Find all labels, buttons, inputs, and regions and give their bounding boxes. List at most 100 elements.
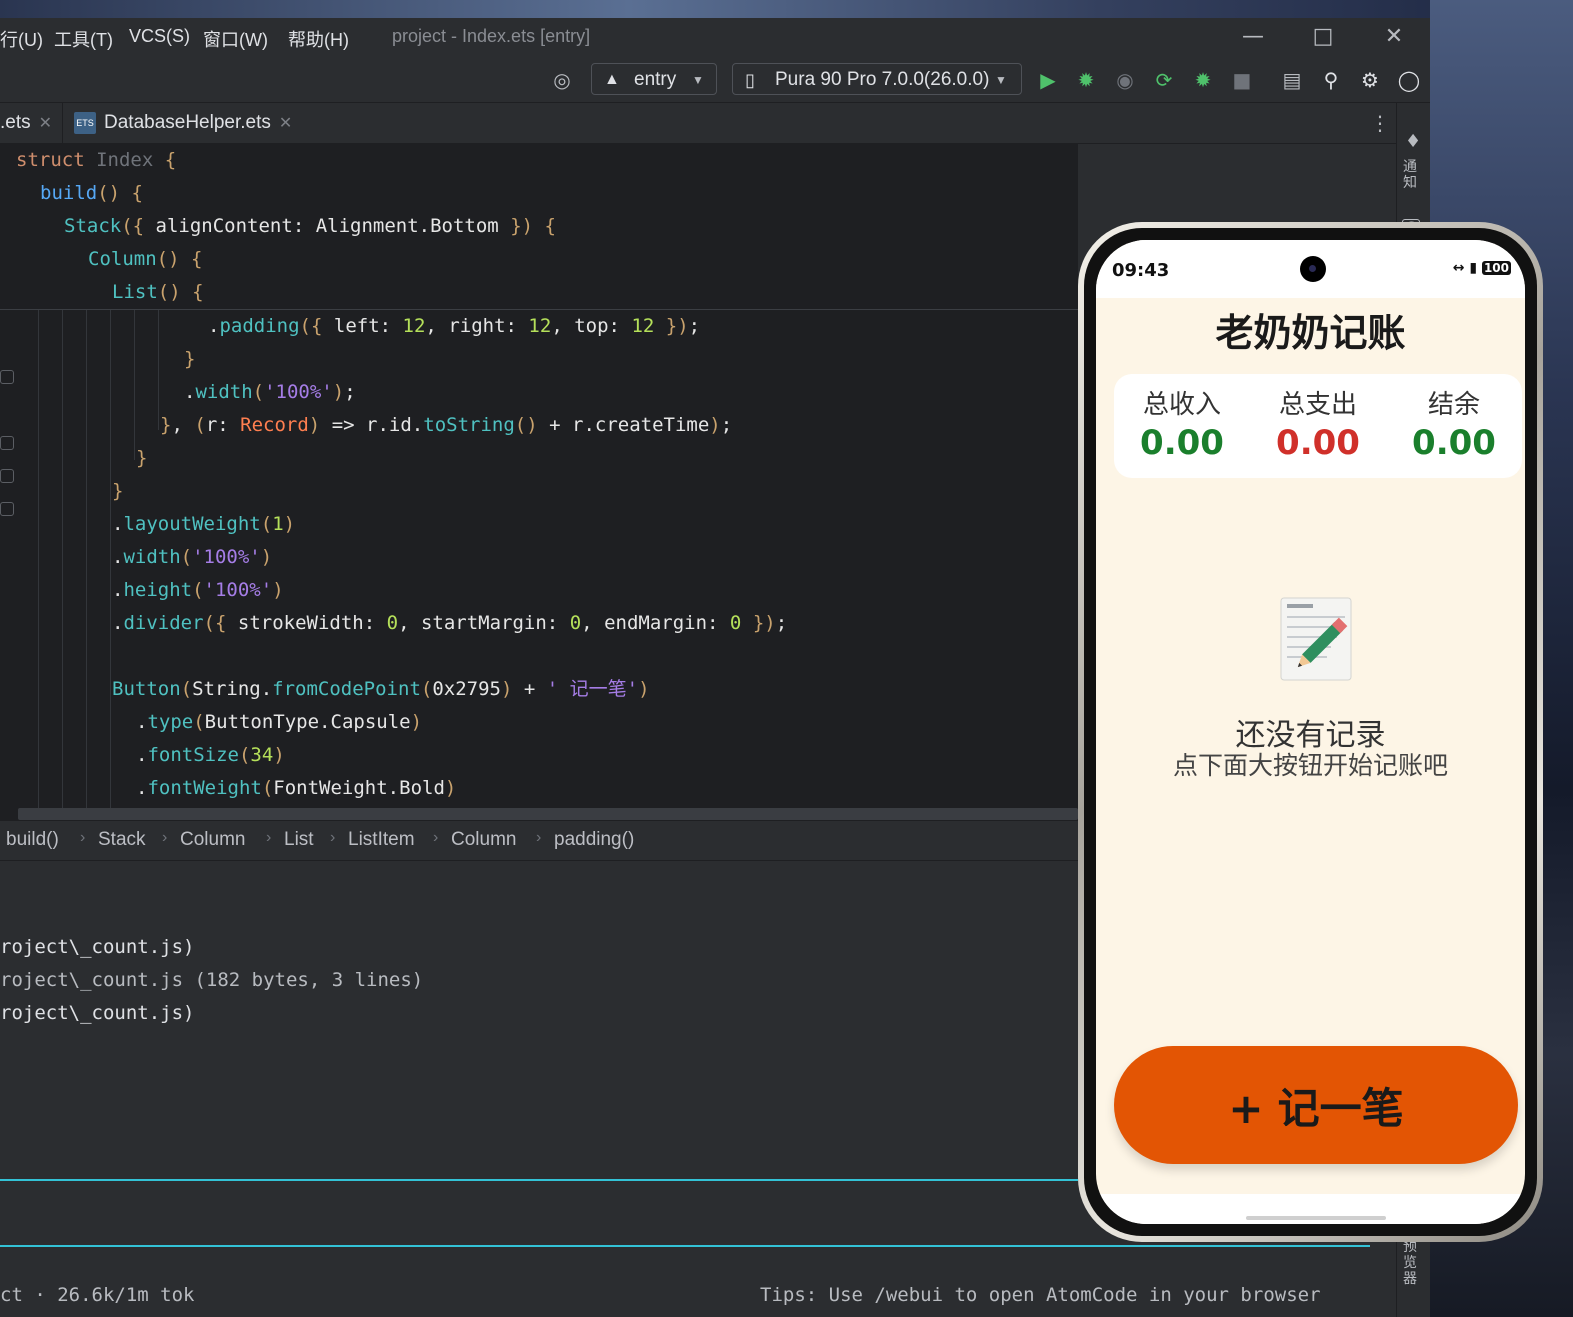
chevron-down-icon: ▼ <box>692 73 704 87</box>
indent-guide <box>134 310 135 460</box>
code-line: .fontWeight(FontWeight.Bold) <box>136 777 457 799</box>
debug-icon[interactable]: ✹ <box>1073 67 1099 93</box>
breadcrumb: build() › Stack › Column › List › ListIt… <box>0 820 1078 861</box>
plus-icon: + <box>1228 1083 1264 1133</box>
device-selector[interactable]: ▯ Pura 90 Pro 7.0.0(26.0.0) ▼ <box>732 63 1022 95</box>
terminal-line: roject\_count.js (182 bytes, 3 lines) <box>0 969 424 991</box>
code-line: }, (r: Record) => r.id.toString() + r.cr… <box>160 414 733 436</box>
more-options-icon[interactable]: ⋮ <box>1370 111 1390 135</box>
minimize-icon[interactable]: — <box>1238 22 1268 52</box>
close-icon[interactable]: ✕ <box>1379 22 1409 52</box>
add-record-button[interactable]: + 记一笔 <box>1114 1046 1518 1164</box>
chevron-right-icon: › <box>266 829 272 846</box>
breadcrumb-item[interactable]: build() <box>6 829 59 851</box>
indent-guide <box>158 310 159 430</box>
fold-marker-icon[interactable] <box>0 370 14 384</box>
menu-tools[interactable]: 工具(T) <box>54 26 113 52</box>
empty-state-subtitle: 点下面大按钮开始记账吧 <box>1172 751 1448 780</box>
code-line: struct Index { <box>16 149 177 171</box>
terminal-line: roject\_count.js) <box>0 936 195 958</box>
ets-file-icon: ETS <box>74 111 96 134</box>
bell-icon[interactable]: ♦ <box>1405 131 1421 152</box>
breadcrumb-item[interactable]: ListItem <box>348 829 415 851</box>
menu-vcs[interactable]: VCS(S) <box>129 26 190 47</box>
code-editor[interactable]: struct Index { build() { Stack({ alignCo… <box>0 144 1078 820</box>
summary-income: 总收入 0.00 <box>1114 384 1250 463</box>
code-line: Button(String.fromCodePoint(0x2795) + ' … <box>112 678 650 700</box>
close-icon[interactable]: ✕ <box>279 115 292 132</box>
account-icon[interactable]: ◯ <box>1396 67 1422 93</box>
tab-index[interactable]: .ets ✕ <box>0 103 52 143</box>
camera-icon <box>1300 256 1326 282</box>
status-bar: ct · 26.6k/1m tok Tips: Use /webui to op… <box>0 1276 1380 1316</box>
horizontal-scrollbar[interactable] <box>18 808 1078 820</box>
code-line: .layoutWeight(1) <box>112 513 296 535</box>
gear-icon[interactable]: ⚙ <box>1357 67 1383 93</box>
status-time: 09:43 <box>1112 260 1170 281</box>
indent-guide <box>86 310 87 820</box>
device-icon: ▯ <box>745 70 755 90</box>
terminal-output[interactable]: roject\_count.js) roject\_count.js (182 … <box>0 898 1078 1288</box>
battery-icon: 100 <box>1481 261 1511 275</box>
target-icon[interactable]: ◎ <box>549 67 575 93</box>
terminal-line: roject\_count.js) <box>0 1002 195 1024</box>
menu-run[interactable]: 行(U) <box>0 26 43 52</box>
tip-text: Tips: Use /webui to open AtomCode in you… <box>760 1284 1321 1306</box>
fold-marker-icon[interactable] <box>0 436 14 450</box>
fold-marker-icon[interactable] <box>0 502 14 516</box>
maximize-icon[interactable]: □ <box>1308 22 1338 52</box>
status-icons: ↔ ▮ 100 <box>1453 260 1511 276</box>
code-line: .width('100%') <box>112 546 273 568</box>
menu-window[interactable]: 窗口(W) <box>203 26 268 52</box>
fold-marker-icon[interactable] <box>0 469 14 483</box>
tool-window-header <box>0 860 1078 899</box>
code-line: .height('100%') <box>112 579 284 601</box>
summary-card: 总收入 0.00 总支出 0.00 结余 0.00 <box>1114 374 1522 478</box>
desktop-background <box>0 0 1573 18</box>
notifications-tool[interactable]: 通知 <box>1403 159 1421 191</box>
profile-icon[interactable]: ◉ <box>1112 67 1138 93</box>
tab-database-helper[interactable]: ETS DatabaseHelper.ets ✕ <box>74 103 292 143</box>
phone-screen: 09:43 ↔ ▮ 100 老奶奶记账 总收入 0.00 总支出 0.00 结余… <box>1096 240 1525 1224</box>
breadcrumb-item[interactable]: padding() <box>554 829 634 851</box>
home-indicator[interactable] <box>1246 1216 1386 1220</box>
indent-guide <box>62 310 63 820</box>
editor-tabs: .ets ✕ ETS DatabaseHelper.ets ✕ ⋮ <box>0 103 1396 144</box>
code-line: } <box>112 480 124 502</box>
main-toolbar: ◎ ▲ entry ▼ ▯ Pura 90 Pro 7.0.0(26.0.0) … <box>0 58 1430 103</box>
breadcrumb-item[interactable]: Column <box>180 829 245 851</box>
device-manager-icon[interactable]: ▤ <box>1279 67 1305 93</box>
code-line: .padding({ left: 12, right: 12, top: 12 … <box>208 315 701 337</box>
module-selector[interactable]: ▲ entry ▼ <box>591 63 717 95</box>
summary-expense: 总支出 0.00 <box>1250 384 1386 463</box>
menu-help[interactable]: 帮助(H) <box>288 26 349 52</box>
module-label: entry <box>634 69 677 90</box>
code-line: .divider({ strokeWidth: 0, startMargin: … <box>112 612 788 634</box>
code-line: } <box>184 348 196 370</box>
breadcrumb-item[interactable]: Column <box>451 829 516 851</box>
summary-label: 结余 <box>1427 390 1480 420</box>
indent-guide <box>110 310 111 820</box>
window-title: project - Index.ets [entry] <box>392 26 591 46</box>
chevron-right-icon: › <box>80 829 86 846</box>
device-label: Pura 90 Pro 7.0.0(26.0.0) <box>775 69 990 90</box>
add-record-label: 记一笔 <box>1277 1083 1404 1133</box>
input-border-bottom <box>0 1245 1370 1247</box>
breadcrumb-item[interactable]: Stack <box>98 829 146 851</box>
previewer-tool[interactable]: 预览器 <box>1403 1239 1421 1287</box>
run-icon[interactable]: ▶ <box>1035 67 1061 93</box>
module-icon: ▲ <box>604 71 620 88</box>
breadcrumb-item[interactable]: List <box>284 829 314 851</box>
stop-icon[interactable]: ■ <box>1229 67 1255 93</box>
summary-value: 0.00 <box>1276 423 1360 463</box>
search-icon[interactable]: ⚲ <box>1318 67 1344 93</box>
code-line: .type(ButtonType.Capsule) <box>136 711 423 733</box>
summary-label: 总收入 <box>1142 390 1221 420</box>
app-title: 老奶奶记账 <box>1215 311 1406 355</box>
attach-debugger-icon[interactable]: ✹ <box>1190 67 1216 93</box>
chevron-right-icon: › <box>162 829 168 846</box>
reload-icon[interactable]: ⟳ <box>1151 67 1177 93</box>
tab-divider <box>62 103 63 143</box>
memo-icon <box>1280 597 1352 681</box>
close-icon[interactable]: ✕ <box>39 115 52 132</box>
